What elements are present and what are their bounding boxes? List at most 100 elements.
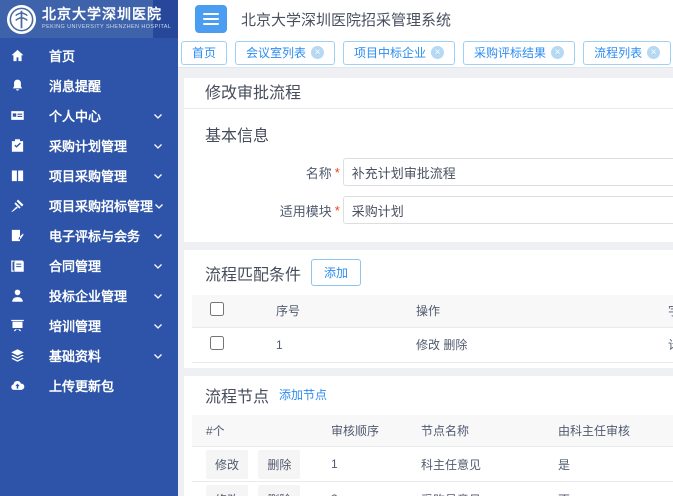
delete-node-button[interactable]: 删除 — [258, 485, 300, 496]
home-icon — [10, 48, 25, 63]
book-icon — [10, 168, 25, 183]
column-header-clipped: 字 — [654, 295, 673, 327]
chevron-down-icon — [152, 259, 164, 271]
edit-node-button[interactable]: 修改 — [206, 485, 248, 496]
open-tabs-bar: 首页 会议室列表 × 项目中标企业 × 采购评标结果 × 流程列表 × 流程 × — [178, 38, 673, 68]
cloud-upload-icon — [10, 378, 25, 393]
hospital-logo: 北京大学深圳医院 PEKING UNIVERSITY SHENZHEN HOSP… — [0, 0, 178, 38]
delete-node-button[interactable]: 删除 — [258, 450, 300, 479]
cell-dept-head: 否 — [544, 482, 673, 496]
required-mark: * — [335, 203, 340, 218]
add-node-link[interactable]: 添加节点 — [279, 386, 327, 403]
close-icon[interactable]: × — [431, 46, 444, 59]
cell-dept-head: 是 — [544, 447, 673, 482]
row-checkbox[interactable] — [210, 336, 224, 350]
match-conditions-table: 序号 操作 字 1 修改 删除 计 — [192, 295, 673, 363]
bell-icon — [10, 78, 25, 93]
flow-nodes-card: 流程节点 添加节点 #个 审核顺序 节点名称 由科主任审核 修改 — [184, 376, 673, 496]
name-input[interactable] — [343, 158, 673, 186]
layers-icon — [10, 348, 25, 363]
close-icon[interactable]: × — [647, 46, 660, 59]
module-input[interactable] — [343, 196, 673, 224]
tab-home[interactable]: 首页 — [181, 41, 227, 65]
section-title-flow-nodes: 流程节点 — [205, 383, 269, 407]
table-header-row: #个 审核顺序 节点名称 由科主任审核 — [192, 415, 673, 447]
table-row: 修改 删除 2 采购员意见 否 — [192, 482, 673, 496]
form-row-name: 名称 * — [184, 158, 673, 186]
sidebar-item-contract-management[interactable]: 合同管理 — [0, 250, 178, 280]
tab-winning-bidders[interactable]: 项目中标企业 × — [343, 41, 455, 65]
gavel-icon — [10, 198, 25, 213]
cell-actions[interactable]: 修改 删除 — [402, 327, 654, 362]
person-icon — [10, 288, 25, 303]
page-title: 修改审批流程 — [184, 78, 673, 109]
section-title-match-conditions: 流程匹配条件 — [205, 261, 301, 285]
sidebar-item-e-evaluation[interactable]: 电子评标与会务 — [0, 220, 178, 250]
name-label: 名称 — [184, 163, 332, 182]
hospital-name-cn: 北京大学深圳医院 — [42, 8, 171, 23]
required-mark: * — [335, 165, 340, 180]
cell-node-name: 科主任意见 — [407, 447, 544, 482]
column-header-order: 审核顺序 — [317, 415, 407, 447]
column-header-actions: 操作 — [402, 295, 654, 327]
form-row-module: 适用模块 * — [184, 196, 673, 224]
document-edit-icon — [10, 228, 25, 243]
top-header: 北京大学深圳医院招采管理系统 — [178, 0, 673, 38]
sidebar-item-home[interactable]: 首页 — [0, 40, 178, 70]
sidebar-item-bidder-management[interactable]: 投标企业管理 — [0, 280, 178, 310]
clipboard-check-icon — [10, 138, 25, 153]
column-header-dept-head: 由科主任审核 — [544, 415, 673, 447]
sidebar-item-procurement-plan[interactable]: 采购计划管理 — [0, 130, 178, 160]
close-icon[interactable]: × — [311, 46, 324, 59]
chevron-down-icon — [152, 169, 164, 181]
sidebar-item-messages[interactable]: 消息提醒 — [0, 70, 178, 100]
sidebar-menu: 首页 消息提醒 个人中心 采购 — [0, 38, 178, 400]
sidebar: 北京大学深圳医院 PEKING UNIVERSITY SHENZHEN HOSP… — [0, 0, 178, 496]
hospital-emblem-icon — [6, 4, 37, 35]
chevron-down-icon — [152, 109, 164, 121]
tab-meeting-room-list[interactable]: 会议室列表 × — [235, 41, 335, 65]
tab-evaluation-results[interactable]: 采购评标结果 × — [463, 41, 575, 65]
chevron-down-icon — [152, 229, 164, 241]
chevron-down-icon — [152, 349, 164, 361]
cell-order: 2 — [317, 482, 407, 496]
chevron-down-icon — [152, 289, 164, 301]
sidebar-item-training-management[interactable]: 培训管理 — [0, 310, 178, 340]
hospital-name-en: PEKING UNIVERSITY SHENZHEN HOSPITAL — [42, 24, 171, 30]
sidebar-item-personal-center[interactable]: 个人中心 — [0, 100, 178, 130]
sidebar-item-basic-data[interactable]: 基础资料 — [0, 340, 178, 370]
app-window: 北京大学深圳医院 PEKING UNIVERSITY SHENZHEN HOSP… — [0, 0, 673, 496]
chevron-down-icon — [152, 319, 164, 331]
match-conditions-card: 流程匹配条件 添加 序号 操作 字 1 修改 — [184, 250, 673, 368]
sidebar-toggle-button[interactable] — [195, 5, 227, 33]
app-title: 北京大学深圳医院招采管理系统 — [241, 9, 451, 30]
sidebar-item-upload-update[interactable]: 上传更新包 — [0, 370, 178, 400]
table-header-row: 序号 操作 字 — [192, 295, 673, 327]
tab-process-list[interactable]: 流程列表 × — [583, 41, 671, 65]
cell-node-name: 采购员意见 — [407, 482, 544, 496]
id-card-icon — [10, 108, 25, 123]
table-row: 1 修改 删除 计 — [192, 327, 673, 362]
cell-order: 1 — [317, 447, 407, 482]
add-condition-button[interactable]: 添加 — [311, 259, 361, 286]
chevron-down-icon — [153, 199, 165, 211]
column-header-index: #个 — [192, 415, 317, 447]
column-header-name: 节点名称 — [407, 415, 544, 447]
cell-clipped: 计 — [654, 327, 673, 362]
edit-node-button[interactable]: 修改 — [206, 450, 248, 479]
cell-seq: 1 — [262, 327, 402, 362]
sidebar-item-project-procurement[interactable]: 项目采购管理 — [0, 160, 178, 190]
chevron-down-icon — [152, 139, 164, 151]
flow-nodes-table: #个 审核顺序 节点名称 由科主任审核 修改 删除 1 科主任意见 — [192, 415, 673, 496]
module-label: 适用模块 — [184, 201, 332, 220]
select-all-checkbox[interactable] — [210, 302, 224, 316]
main-content: 修改审批流程 基本信息 名称 * 适用模块 * 流程匹配条件 添加 — [178, 68, 673, 496]
contract-icon — [10, 258, 25, 273]
presentation-icon — [10, 318, 25, 333]
sidebar-item-bidding-management[interactable]: 项目采购招标管理 — [0, 190, 178, 220]
column-header-seq: 序号 — [262, 295, 402, 327]
section-title-basic-info: 基本信息 — [184, 109, 673, 148]
table-row: 修改 删除 1 科主任意见 是 — [192, 447, 673, 482]
basic-info-card: 修改审批流程 基本信息 名称 * 适用模块 * — [184, 78, 673, 242]
close-icon[interactable]: × — [551, 46, 564, 59]
